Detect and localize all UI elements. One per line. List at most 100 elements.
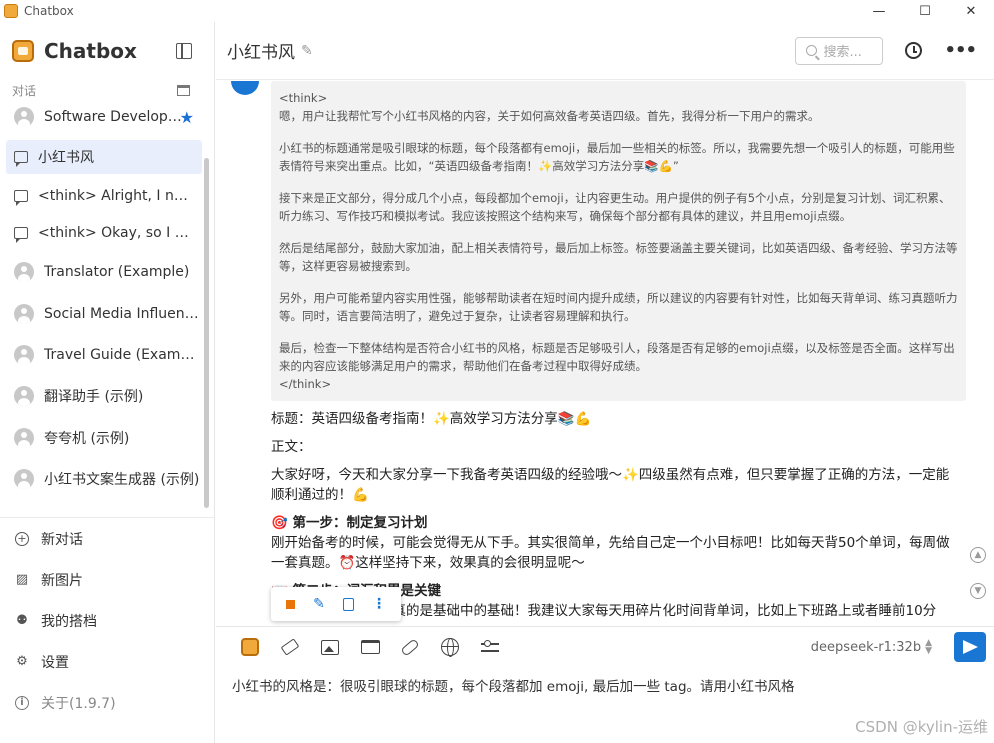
conversation-item[interactable]: Translator (Example): [6, 255, 202, 289]
assistant-avatar: [231, 81, 259, 95]
chatbox-logo-icon: [241, 638, 259, 656]
edit-icon[interactable]: ✎: [313, 596, 325, 612]
think-paragraph: 接下来是正文部分，得分成几个小点，每段都加个emoji，让内容更生动。用户提供的…: [279, 191, 951, 223]
menu-label: 新图片: [41, 572, 83, 589]
think-paragraph: 然后是结尾部分，鼓励大家加油，配上相关表情符号，最后加上标签。标签要涵盖主要关键…: [279, 241, 958, 273]
sidebar-scrollbar[interactable]: [204, 158, 209, 508]
avatar-icon: [14, 304, 34, 324]
attach-file-button[interactable]: [350, 632, 390, 662]
avatar-icon: [14, 386, 34, 406]
folder-icon: [360, 640, 380, 654]
conversations-header: 对话: [0, 80, 214, 100]
close-button[interactable]: ✕: [948, 0, 994, 22]
copy-icon[interactable]: [342, 597, 354, 611]
conversation-label: 小红书风: [38, 150, 94, 166]
answer-intro: 大家好呀，今天和大家分享一下我备考英语四级的经验哦～✨四级虽然有点难，但只要掌握…: [271, 467, 950, 503]
new-image-button[interactable]: ▨ 新图片: [0, 559, 215, 600]
model-name: deepseek-r1:32b: [810, 639, 922, 655]
avatar-icon: [14, 262, 34, 282]
more-vert-icon[interactable]: ⋮: [372, 596, 386, 612]
main-panel: 小红书风 ✎ 搜索... ••• <think> 嗯，用户让我帮忙写个小红书风格…: [216, 22, 994, 743]
title-bar: Chatbox — ☐ ✕: [0, 0, 994, 22]
scroll-up-icon[interactable]: ▲: [970, 547, 986, 563]
conversation-label: 夸夸机 (示例): [44, 431, 130, 447]
conversation-item[interactable]: Software Develop… ★: [6, 102, 202, 134]
think-block: <think> 嗯，用户让我帮忙写个小红书风格的内容，关于如何高效备考英语四级。…: [271, 81, 966, 401]
menu-label: 新对话: [41, 531, 83, 548]
globe-icon: [441, 638, 459, 657]
composer: deepseek-r1:32b ▲ ▼ 小红书的风格是：很吸引眼球的标题，每个段落…: [216, 626, 994, 743]
chevron-updown-icon: ▲ ▼: [925, 638, 932, 656]
conversation-item[interactable]: <think> Alright, I need t…: [6, 179, 202, 213]
answer-title-line: 标题：英语四级备考指南！✨高效学习方法分享📚💪: [271, 411, 592, 427]
conversation-list: Software Develop… ★ 小红书风 <think> Alright…: [0, 102, 210, 532]
conversation-item[interactable]: <think> Okay, so I nee…: [6, 216, 202, 250]
conversation-label: 小红书文案生成器 (示例): [44, 472, 200, 488]
my-copilots-button[interactable]: ⚉ 我的搭档: [0, 600, 215, 641]
new-chat-button[interactable]: + 新对话: [0, 518, 215, 559]
sidebar-collapse-icon[interactable]: [176, 43, 192, 59]
image-icon: [321, 639, 339, 655]
web-browsing-button[interactable]: [430, 632, 470, 662]
conversation-label: 翻译助手 (示例): [44, 389, 144, 405]
avatar-icon: [14, 107, 34, 127]
settings-button[interactable]: ⚙ 设置: [0, 641, 215, 682]
maximize-button[interactable]: ☐: [902, 0, 948, 22]
app-logo-icon: [4, 4, 18, 18]
brand: Chatbox: [0, 22, 214, 80]
answer-body-label: 正文：: [271, 439, 312, 455]
conversation-label: <think> Alright, I need t…: [38, 188, 194, 204]
link-icon: [400, 637, 420, 657]
think-paragraph: 小红书的标题通常是吸引眼球的标题，每个段落都有emoji，最后加一些相关的标签。…: [279, 141, 955, 173]
copilot-button[interactable]: [230, 632, 270, 662]
history-icon[interactable]: [905, 42, 923, 59]
conversation-item[interactable]: 小红书文案生成器 (示例): [6, 462, 202, 496]
section-label: 对话: [12, 83, 37, 98]
conversation-label: <think> Okay, so I nee…: [38, 225, 194, 241]
model-selector[interactable]: deepseek-r1:32b ▲ ▼: [810, 638, 932, 656]
conversation-label: Travel Guide (Example): [44, 347, 200, 363]
stop-icon[interactable]: [286, 599, 296, 609]
conversation-item[interactable]: Social Media Influence…: [6, 297, 202, 331]
about-button[interactable]: i 关于(1.9.7): [0, 682, 215, 723]
chat-bubble-icon: [14, 227, 28, 243]
scroll-down-icon[interactable]: ▼: [970, 583, 986, 599]
info-icon: i: [15, 695, 29, 710]
image-plus-icon: ▨: [15, 572, 29, 587]
conversation-item[interactable]: Travel Guide (Example): [6, 338, 202, 372]
more-options-icon[interactable]: •••: [944, 40, 977, 61]
chat-title: 小红书风: [227, 43, 295, 63]
clear-button[interactable]: [270, 632, 310, 662]
search-input[interactable]: 搜索...: [795, 36, 884, 65]
conversation-item[interactable]: 翻译助手 (示例): [6, 379, 202, 413]
chat-bubble-icon: [14, 190, 28, 206]
avatar-icon: [14, 428, 34, 448]
brand-name: Chatbox: [44, 39, 137, 63]
conversation-item-active[interactable]: 小红书风: [6, 140, 202, 174]
menu-label: 关于(1.9.7): [41, 695, 116, 712]
composer-toolbar: deepseek-r1:32b ▲ ▼: [216, 627, 994, 667]
archive-icon[interactable]: [177, 84, 190, 96]
conversation-label: Software Develop…: [44, 109, 182, 125]
menu-label: 我的搭档: [41, 613, 97, 630]
gear-icon: ⚙: [16, 654, 28, 669]
search-placeholder: 搜索...: [823, 45, 862, 60]
send-button[interactable]: [954, 632, 986, 662]
step1-text: 刚开始备考的时候，可能会觉得无从下手。其实很简单，先给自己定一个小目标吧！比如每…: [271, 535, 950, 571]
think-paragraph: 最后，检查一下整体结构是否符合小红书的风格，标题是否足够吸引人，段落是否有足够的…: [279, 341, 955, 373]
star-icon[interactable]: ★: [180, 108, 194, 127]
attach-image-button[interactable]: [310, 632, 350, 662]
message-input[interactable]: 小红书的风格是：很吸引眼球的标题，每个段落都加 emoji, 最后加一些 tag…: [216, 667, 994, 703]
chat-settings-button[interactable]: [470, 632, 510, 662]
chatbox-logo-icon: [12, 40, 34, 62]
attach-link-button[interactable]: [390, 632, 430, 662]
sidebar-menu: + 新对话 ▨ 新图片 ⚉ 我的搭档 ⚙ 设置 i 关于(1.9.7): [0, 517, 215, 723]
chat-header: 小红书风 ✎ 搜索... •••: [216, 22, 994, 80]
edit-title-icon[interactable]: ✎: [301, 43, 313, 59]
message-list: <think> 嗯，用户让我帮忙写个小红书风格的内容，关于如何高效备考英语四级。…: [216, 81, 994, 626]
conversation-item[interactable]: 夸夸机 (示例): [6, 421, 202, 455]
think-paragraph: 嗯，用户让我帮忙写个小红书风格的内容，关于如何高效备考英语四级。首先，我得分析一…: [279, 109, 820, 123]
minimize-button[interactable]: —: [856, 0, 902, 22]
avatar-icon: [14, 469, 34, 489]
conversation-label: Social Media Influence…: [44, 306, 200, 322]
